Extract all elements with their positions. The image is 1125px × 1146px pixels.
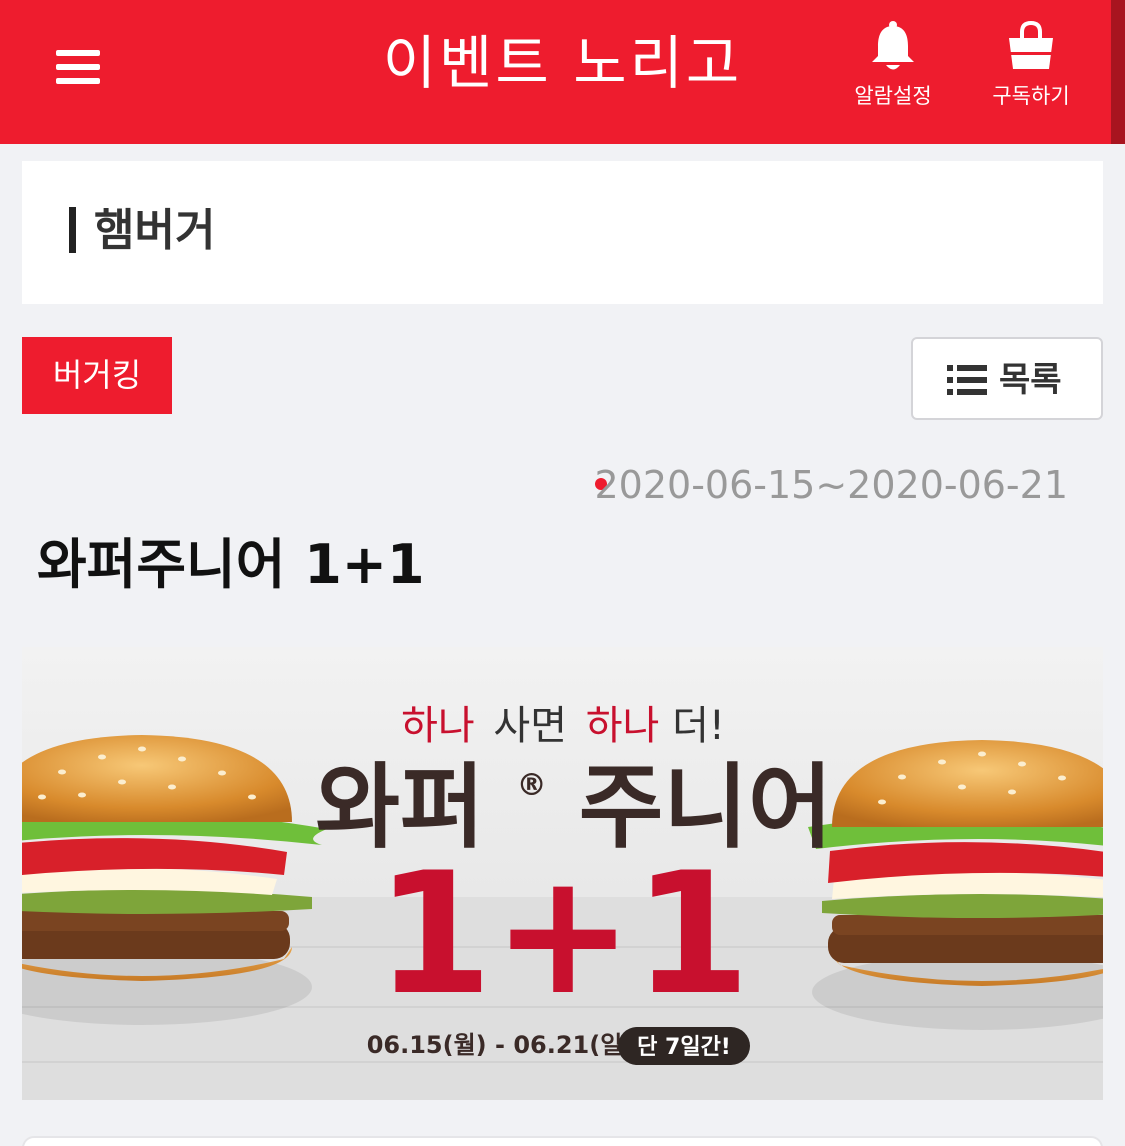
category-bar [69, 207, 76, 253]
banner-headline-3: 하나 [586, 703, 660, 749]
banner-product-mark: ® [517, 768, 547, 803]
category-title: 햄버거 [94, 205, 216, 256]
alarm-settings-button[interactable]: 알람설정 [838, 20, 948, 110]
left-burger-illustration [22, 735, 327, 1025]
subscribe-label: 구독하기 [992, 84, 1070, 108]
right-burger-illustration [808, 740, 1103, 1030]
event-banner-image[interactable]: 하나 사면 하나 더! 와퍼 ® 주니어 1+1 06.15(월) - 06.2… [22, 647, 1103, 1100]
list-button-label: 목록 [999, 360, 1062, 400]
list-icon [947, 365, 987, 395]
scrollbar-track[interactable] [1111, 144, 1125, 1146]
category-card: 햄버거 [22, 161, 1103, 304]
banner-headline-1: 하나 [401, 703, 475, 749]
alarm-label: 알람설정 [854, 84, 932, 108]
banner-headline-4: 더! [672, 703, 725, 749]
banner-dates: 06.15(월) - 06.21(일) [367, 1031, 634, 1059]
banner-offer: 1+1 [376, 836, 751, 1032]
banner-badge: 단 7일간! [637, 1035, 731, 1060]
event-date-range: 2020-06-15~2020-06-21 [594, 463, 1068, 507]
subscribe-button[interactable]: 구독하기 [976, 20, 1086, 110]
brand-tag[interactable]: 버거킹 [22, 337, 172, 414]
list-button[interactable]: 목록 [911, 337, 1103, 420]
bell-icon [872, 21, 914, 70]
app-title: 이벤트 노리고 [382, 29, 743, 97]
shopping-bag-icon [1009, 20, 1053, 69]
event-title: 와퍼주니어 1+1 [37, 533, 425, 596]
next-content-card [22, 1136, 1103, 1146]
